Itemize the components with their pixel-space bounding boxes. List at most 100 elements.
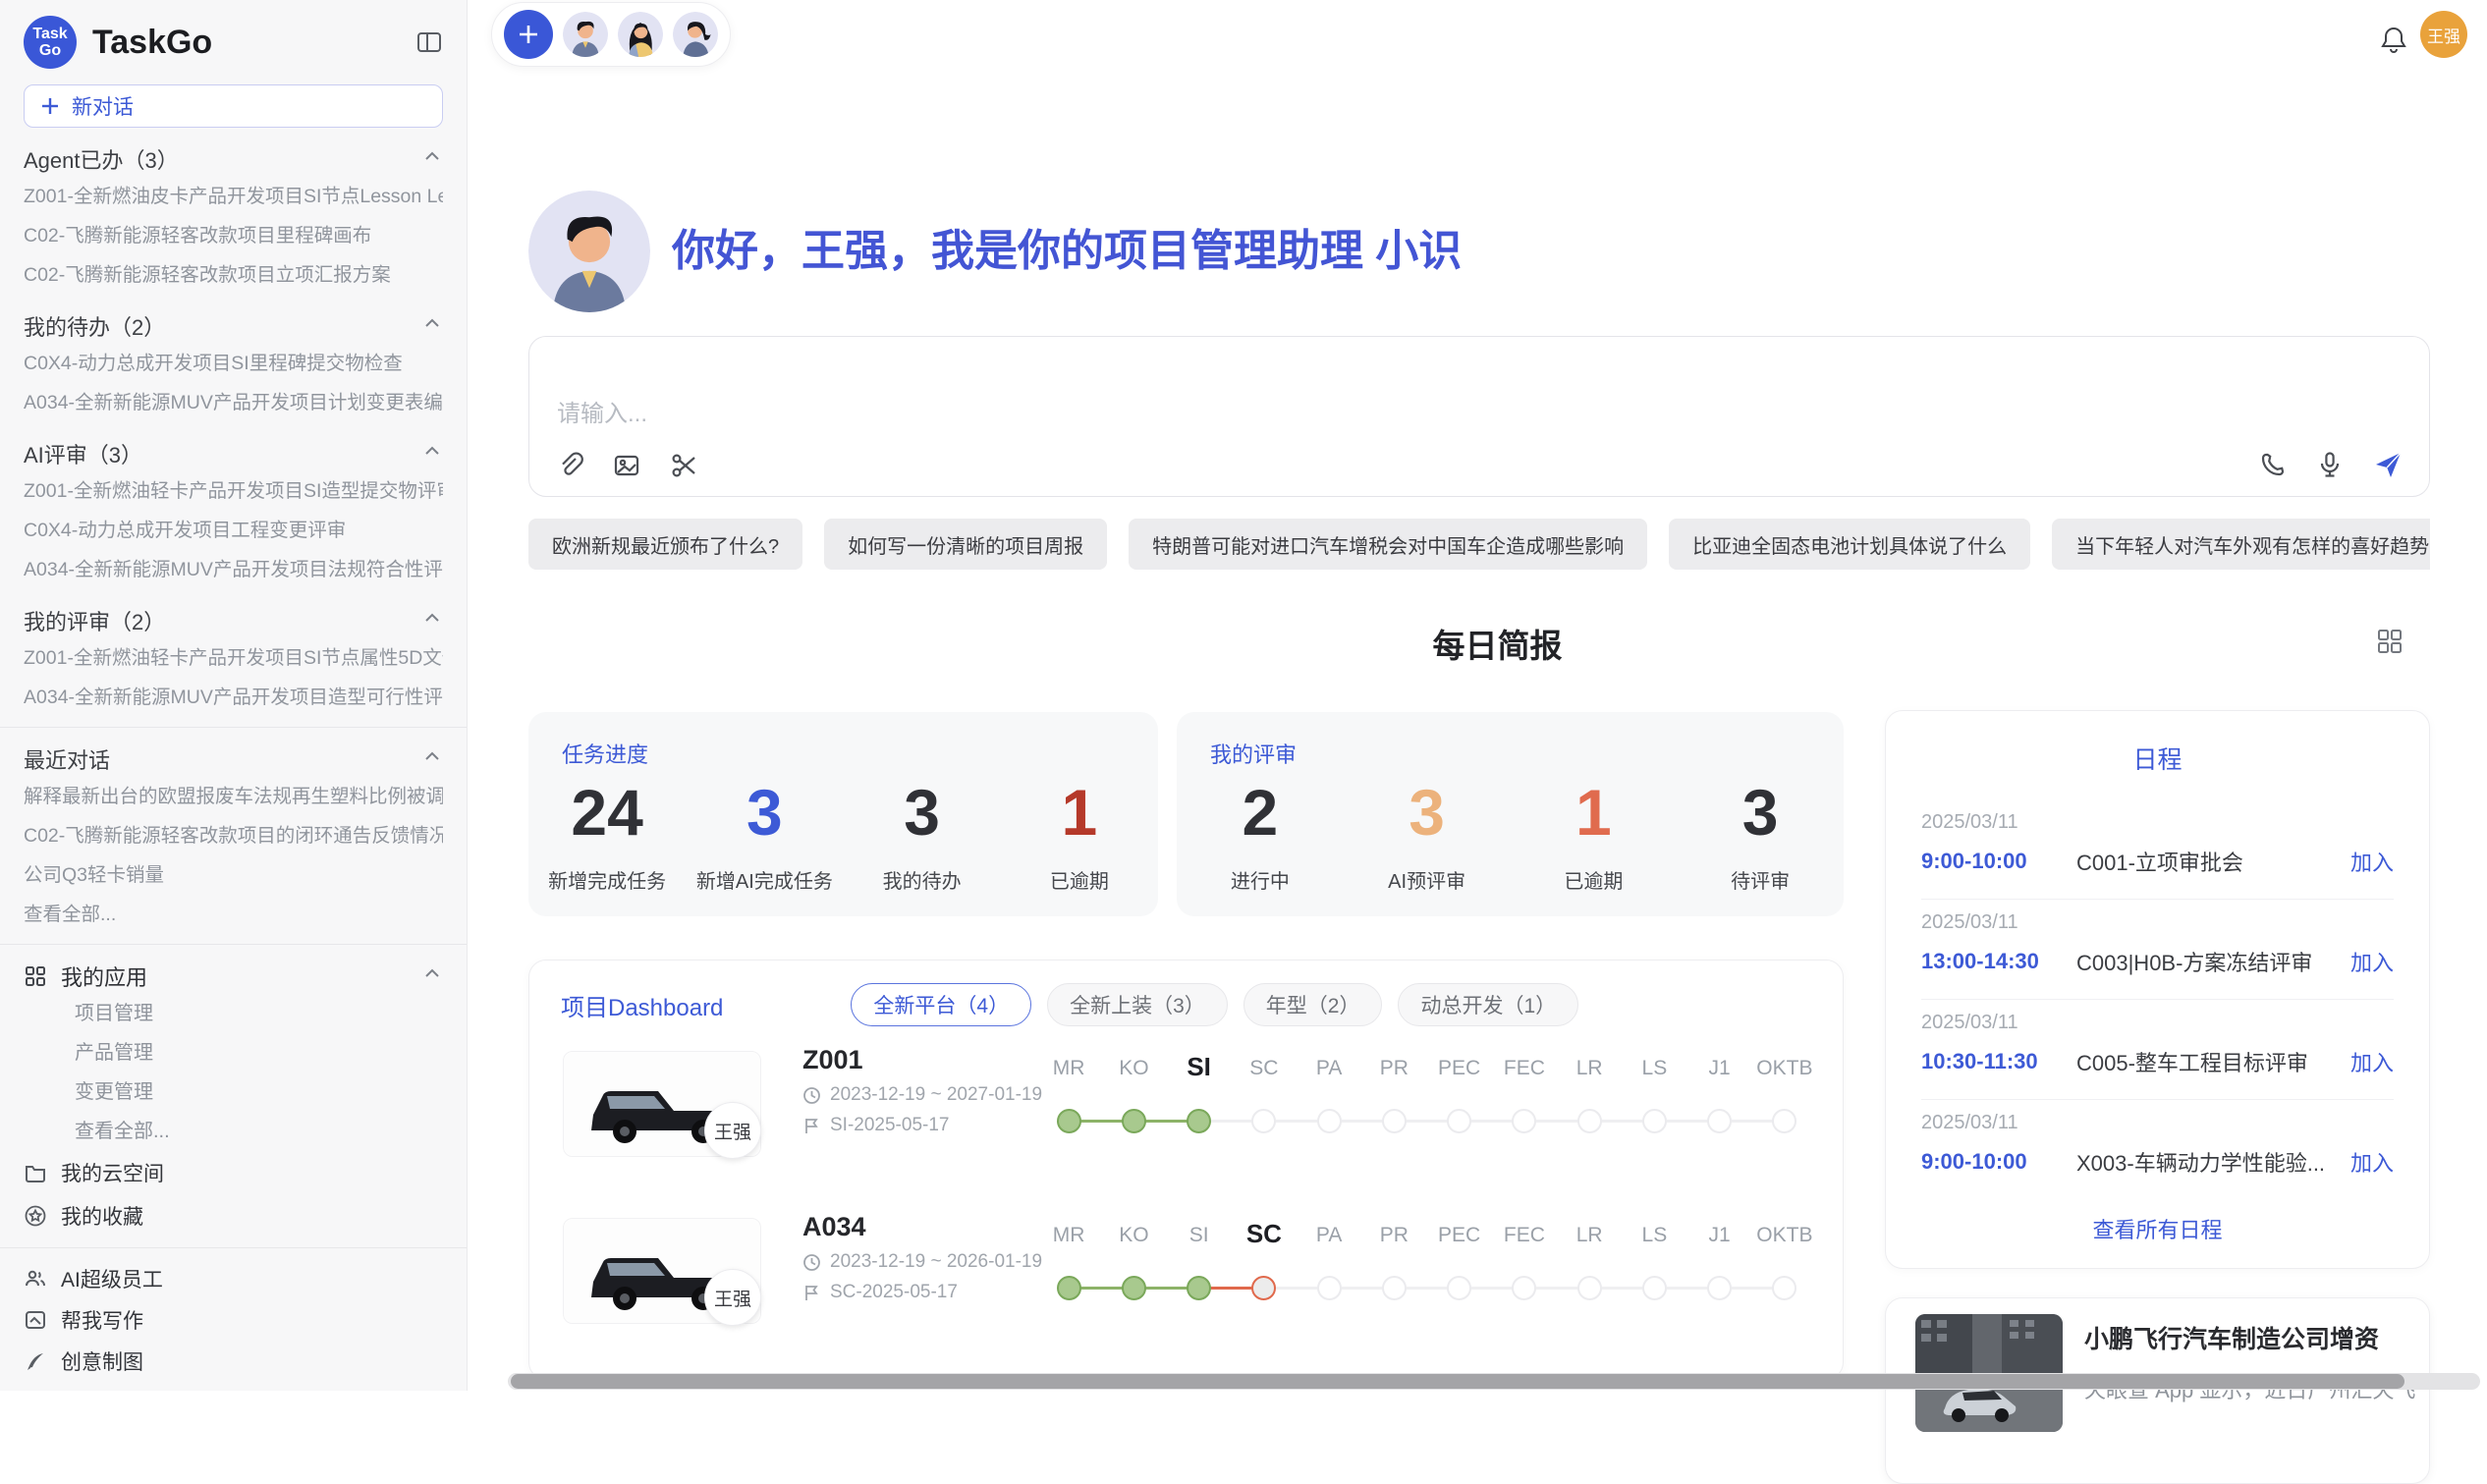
sidebar-item[interactable]: Z001-全新燃油轻卡产品开发项目SI节点属性5D文件评审 (24, 638, 443, 678)
contact-avatar[interactable] (563, 12, 608, 57)
project-dates: 2023-12-19 ~ 2027-01-19 (802, 1084, 1042, 1106)
new-chat-button[interactable]: 新对话 (24, 84, 443, 128)
milestone-timeline: MR KO SI SC PA PR PEC FEC LR LS J1 OKTB (1036, 1039, 1817, 1194)
sidebar: Task Go TaskGo 新对话 Agent已办（3） Z001-全新燃油皮… (0, 0, 468, 1391)
attachment-icon[interactable] (555, 451, 584, 480)
view-all-chats-link[interactable]: 查看全部... (24, 895, 443, 934)
sidebar-item-ai-super-staff[interactable]: AI超级员工 (24, 1258, 443, 1299)
horizontal-scrollbar-track[interactable] (508, 1373, 2480, 1390)
chevron-up-icon[interactable] (421, 745, 443, 773)
chevron-up-icon[interactable] (421, 607, 443, 634)
tab-powertrain[interactable]: 动总开发（1） (1398, 983, 1578, 1026)
milestone-dot (1772, 1109, 1796, 1133)
suggestion-chip[interactable]: 特朗普可能对进口汽车增税会对中国车企造成哪些影响 (1129, 519, 1647, 570)
schedule-date: 2025/03/11 (1921, 811, 2394, 834)
milestone-label-active: SC (1232, 1219, 1297, 1249)
recent-chat-item[interactable]: 解释最新出台的欧盟报废车法规再生塑料比例被调至15%... (24, 777, 443, 816)
tab-new-platform[interactable]: 全新平台（4） (851, 983, 1031, 1026)
sidebar-item[interactable]: A034-全新新能源MUV产品开发项目计划变更表编写 (24, 383, 443, 422)
milestone-dot (1512, 1276, 1536, 1300)
join-meeting-link[interactable]: 加入 (2350, 1046, 2394, 1077)
milestone-timeline: MR KO SI SC PA PR PEC FEC LR LS J1 OKTB (1036, 1206, 1817, 1361)
sidebar-item[interactable]: Z001-全新燃油皮卡产品开发项目SI节点Lesson Learn报告 (24, 177, 443, 216)
sidebar-item[interactable]: C0X4-动力总成开发项目工程变更评审 (24, 511, 443, 550)
send-icon[interactable] (2372, 449, 2404, 480)
milestone-label: MR (1036, 1224, 1101, 1247)
milestone-label: SC (1232, 1057, 1297, 1080)
sidebar-item-creative-draw[interactable]: 创意制图 (24, 1341, 443, 1382)
suggestion-chips: 欧洲新规最近颁布了什么? 如何写一份清晰的项目周报 特朗普可能对进口汽车增税会对… (528, 519, 2430, 570)
briefing-layout-icon[interactable] (2375, 627, 2404, 661)
schedule-time: 9:00-10:00 (1921, 849, 2076, 874)
notifications-bell-icon[interactable] (2378, 24, 2409, 60)
image-icon[interactable] (612, 451, 641, 480)
sidebar-item-help-me-write[interactable]: 帮我写作 (24, 1299, 443, 1341)
schedule-item: 2025/03/11 13:00-14:30 C003|H0B-方案冻结评审 加… (1921, 900, 2394, 1000)
view-all-schedule-link[interactable]: 查看所有日程 (1886, 1213, 2429, 1244)
project-row-a034[interactable]: 王强 A034 2023-12-19 ~ 2026-01-19 SC-2025-… (529, 1206, 1843, 1361)
news-card[interactable]: 小鹏飞行汽车制造公司增资 天眼查 App 显示，近日广州汇天飞行汽... (1885, 1297, 2430, 1484)
milestone-label: J1 (1687, 1057, 1752, 1080)
suggestion-chip[interactable]: 比亚迪全固态电池计划具体说了什么 (1669, 519, 2030, 570)
sidebar-item-cloud-space[interactable]: 我的云空间 (24, 1151, 443, 1194)
sidebar-item[interactable]: A034-全新新能源MUV产品开发项目法规符合性评审 (24, 550, 443, 589)
schedule-item: 2025/03/11 9:00-10:00 C001-立项审批会 加入 (1921, 799, 2394, 900)
suggestion-chip[interactable]: 如何写一份清晰的项目周报 (824, 519, 1107, 570)
sidebar-item[interactable]: C02-飞腾新能源轻客改款项目立项汇报方案 (24, 255, 443, 295)
suggestion-chip[interactable]: 当下年轻人对汽车外观有怎样的喜好趋势 (2052, 519, 2430, 570)
schedule-time: 13:00-14:30 (1921, 949, 2076, 974)
sidebar-item[interactable]: Z001-全新燃油轻卡产品开发项目SI造型提交物评审 (24, 471, 443, 511)
join-meeting-link[interactable]: 加入 (2350, 1146, 2394, 1178)
join-meeting-link[interactable]: 加入 (2350, 846, 2394, 877)
section-label: AI评审（3） (24, 438, 142, 469)
chevron-up-icon[interactable] (421, 312, 443, 340)
chat-input-box[interactable]: 请输入... (528, 336, 2430, 497)
join-meeting-link[interactable]: 加入 (2350, 946, 2394, 977)
scissors-icon[interactable] (669, 451, 698, 480)
flag-icon (802, 1117, 821, 1135)
add-contact-button[interactable] (504, 10, 553, 59)
divider (0, 944, 467, 945)
contact-avatar[interactable] (618, 12, 663, 57)
horizontal-scrollbar-thumb[interactable] (511, 1374, 2404, 1389)
chevron-up-icon[interactable] (421, 145, 443, 173)
milestone-label: KO (1101, 1057, 1166, 1080)
sidebar-item-favorites[interactable]: 我的收藏 (24, 1194, 443, 1237)
app-item-project-mgmt[interactable]: 项目管理 (24, 994, 443, 1033)
app-item-change-mgmt[interactable]: 变更管理 (24, 1072, 443, 1112)
milestone-dot (1512, 1109, 1536, 1133)
recent-chat-item[interactable]: C02-飞腾新能源轻客改款项目的闭环通告反馈情况 (24, 816, 443, 855)
collapse-sidebar-icon[interactable] (415, 28, 443, 56)
schedule-item: 2025/03/11 9:00-10:00 X003-车辆动力学性能验... 加… (1921, 1100, 2394, 1199)
project-row-z001[interactable]: 王强 Z001 2023-12-19 ~ 2027-01-19 SI-2025-… (529, 1039, 1843, 1194)
sidebar-item[interactable]: A034-全新新能源MUV产品开发项目造型可行性评审 (24, 678, 443, 717)
suggestion-chip[interactable]: 欧洲新规最近颁布了什么? (528, 519, 802, 570)
tab-year-model[interactable]: 年型（2） (1244, 983, 1383, 1026)
chevron-up-icon[interactable] (421, 962, 443, 990)
milestone-label: SI (1167, 1224, 1232, 1247)
clock-icon (802, 1253, 821, 1272)
daily-briefing-title: 每日简报 (508, 620, 2487, 667)
chevron-up-icon[interactable] (421, 440, 443, 467)
contact-avatar[interactable] (673, 12, 718, 57)
app-item-product-mgmt[interactable]: 产品管理 (24, 1033, 443, 1072)
sidebar-item[interactable]: C0X4-动力总成开发项目SI里程碑提交物检查 (24, 344, 443, 383)
milestone-dot (1577, 1276, 1602, 1300)
my-review-card: 我的评审 2 进行中 3 AI预评审 1 已逾期 3 待评审 (1177, 712, 1844, 916)
schedule-time: 10:30-11:30 (1921, 1049, 2076, 1074)
sidebar-item[interactable]: C02-飞腾新能源轻客改款项目里程碑画布 (24, 216, 443, 255)
milestone-dot (1382, 1109, 1407, 1133)
dashboard-title: 项目Dashboard (561, 988, 723, 1022)
microphone-icon[interactable] (2315, 450, 2345, 479)
user-avatar[interactable]: 王强 (2420, 11, 2467, 58)
milestone-label: OKTB (1752, 1224, 1817, 1247)
divider (0, 1247, 467, 1248)
view-all-apps-link[interactable]: 查看全部... (24, 1112, 443, 1151)
schedule-date: 2025/03/11 (1921, 1112, 2394, 1134)
phone-call-icon[interactable] (2258, 450, 2288, 479)
milestone-dot (1707, 1109, 1732, 1133)
schedule-event-title: C001-立项审批会 (2076, 846, 2339, 877)
recent-chat-item[interactable]: 公司Q3轻卡销量 (24, 855, 443, 895)
project-dashboard-card: 项目Dashboard 全新平台（4） 全新上装（3） 年型（2） 动总开发（1… (528, 960, 1844, 1380)
tab-new-body[interactable]: 全新上装（3） (1047, 983, 1228, 1026)
